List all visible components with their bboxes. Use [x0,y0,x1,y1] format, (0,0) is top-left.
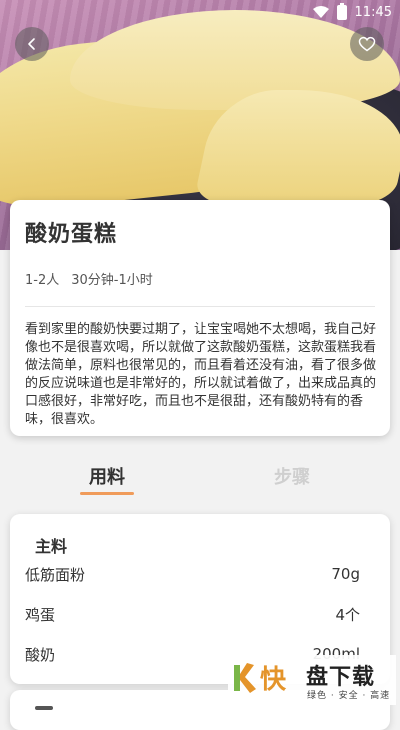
recipe-title: 酸奶蛋糕 [25,222,118,247]
site-watermark: 快 盘下载 绿色 · 安全 · 高速 [228,655,396,705]
watermark-brand-char: 快 [260,665,287,695]
chevron-left-icon [28,38,35,50]
watermark-brand-text: 盘下载 [306,665,376,690]
watermark-tagline: 绿色 · 安全 · 高速 [307,691,391,701]
recipe-duration: 30分钟-1小时 [71,273,153,288]
tab-steps[interactable]: 步骤 [257,463,327,489]
back-button[interactable] [15,27,49,61]
battery-icon [336,2,347,20]
status-bar: 11:45 [0,0,400,24]
ingredient-amount: 70g [331,565,360,583]
ingredients-section-title: 主料 [35,537,68,556]
favorite-button[interactable] [350,27,384,61]
recipe-tabs: 用料 步骤 [0,455,400,500]
recipe-meta: 1-2人 30分钟-1小时 [25,269,153,288]
ingredient-name: 低筋面粉 [25,565,86,584]
ingredient-row: 鸡蛋 4个 [25,602,360,626]
recipe-servings: 1-2人 [25,273,60,288]
tab-ingredients[interactable]: 用料 [72,463,142,489]
watermark-logo-icon [234,663,256,693]
ingredient-amount: 4个 [335,605,360,624]
ingredient-name: 酸奶 [25,645,56,664]
next-section-title-stub [35,706,53,710]
wifi-icon [312,6,329,18]
active-tab-indicator [80,492,134,495]
ingredient-row: 低筋面粉 70g [25,562,360,586]
ingredient-name: 鸡蛋 [25,605,56,624]
status-time: 11:45 [354,4,392,20]
recipe-info-card: 酸奶蛋糕 1-2人 30分钟-1小时 看到家里的酸奶快要过期了，让宝宝喝她不太想… [10,200,390,436]
divider [25,306,375,307]
heart-icon [358,36,376,52]
recipe-description: 看到家里的酸奶快要过期了，让宝宝喝她不太想喝，我自己好像也不是很喜欢喝，所以就做… [25,322,377,427]
